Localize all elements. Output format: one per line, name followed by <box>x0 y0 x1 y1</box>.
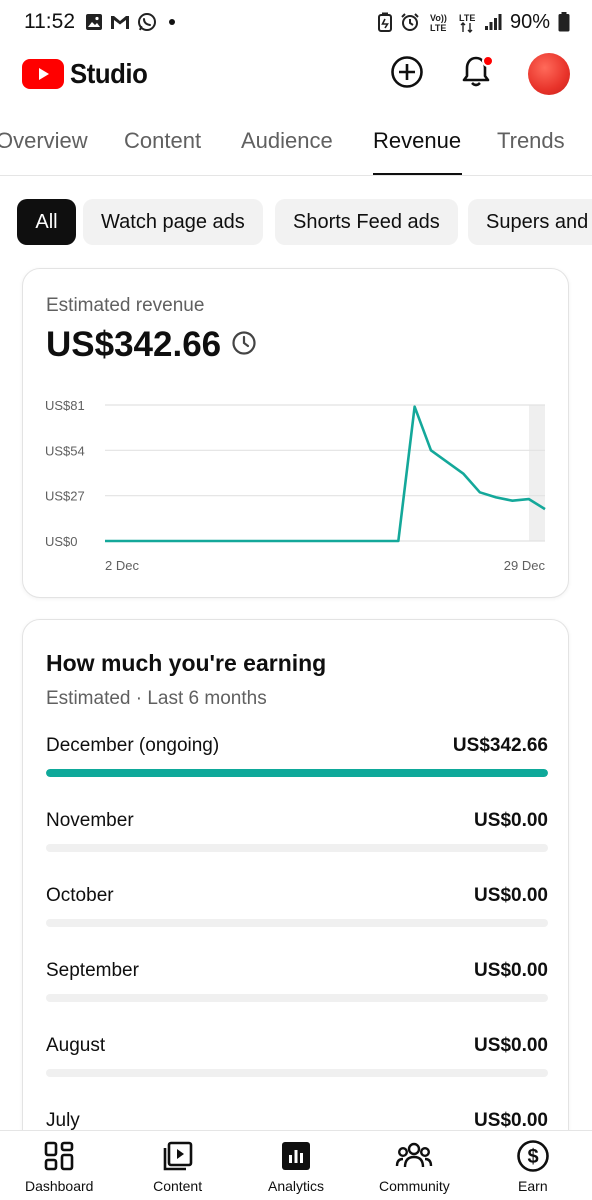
y-tick-label: US$81 <box>45 398 85 413</box>
dashboard-icon <box>43 1139 75 1173</box>
month-value: US$0.00 <box>474 1110 548 1131</box>
youtube-play-icon <box>22 59 64 89</box>
analytics-icon <box>280 1139 312 1173</box>
earn-icon: $ <box>516 1139 550 1173</box>
month-name: August <box>46 1035 106 1056</box>
earnings-card: How much you're earning Estimated · Last… <box>22 619 569 1200</box>
brand-name: Studio <box>70 58 148 89</box>
chip-shorts-feed-ads[interactable]: Shorts Feed ads <box>275 199 458 245</box>
tab-revenue[interactable]: Revenue <box>373 128 461 154</box>
month-name: July <box>46 1110 80 1131</box>
month-name: October <box>46 885 114 906</box>
x-tick-label: 2 Dec <box>105 558 139 573</box>
content-icon <box>162 1139 194 1173</box>
battery-saver-icon <box>377 12 392 32</box>
bottom-navigation: Dashboard Content Analytics Community $ … <box>0 1130 592 1200</box>
community-icon <box>395 1139 433 1173</box>
month-row: September US$0.00 <box>46 960 548 1020</box>
studio-logo[interactable]: Studio <box>22 58 154 90</box>
month-value: US$0.00 <box>474 1035 548 1056</box>
chip-all[interactable]: All <box>17 199 76 245</box>
nav-community[interactable]: Community <box>355 1131 473 1200</box>
month-progress-track <box>46 919 548 927</box>
notification-badge <box>482 54 494 67</box>
month-progress-track <box>46 844 548 852</box>
month-name: September <box>46 960 139 981</box>
month-row: November US$0.00 <box>46 810 548 870</box>
month-row: December (ongoing) US$342.66 <box>46 735 548 795</box>
app-bar: Studio <box>0 44 592 104</box>
status-bar: 11:52 Vo)) LTE LTE 90% <box>0 0 592 44</box>
lte-icon: LTE <box>458 11 476 33</box>
signal-icon <box>484 13 502 31</box>
month-progress-track <box>46 769 548 777</box>
y-tick-label: US$0 <box>45 534 78 549</box>
notifications-button[interactable] <box>460 54 494 94</box>
nav-label: Analytics <box>268 1178 325 1194</box>
month-name: December (ongoing) <box>46 735 220 756</box>
nav-content[interactable]: Content <box>118 1131 236 1200</box>
nav-label: Content <box>153 1178 203 1194</box>
month-progress-track <box>46 1069 548 1077</box>
month-value: US$0.00 <box>474 960 548 981</box>
clock-icon[interactable] <box>231 325 257 365</box>
svg-text:LTE: LTE <box>459 13 475 23</box>
nav-earn[interactable]: $ Earn <box>474 1131 592 1200</box>
revenue-label: Estimated revenue <box>46 295 205 316</box>
avatar[interactable] <box>528 53 570 95</box>
month-value: US$0.00 <box>474 885 548 906</box>
month-value: US$0.00 <box>474 810 548 831</box>
whatsapp-icon <box>137 12 157 32</box>
chip-watch-page-ads[interactable]: Watch page ads <box>83 199 263 245</box>
status-time: 11:52 <box>24 10 75 33</box>
gallery-icon <box>85 13 103 31</box>
nav-analytics[interactable]: Analytics <box>237 1131 355 1200</box>
analytics-tabs: Overview Content Audience Revenue Trends <box>0 114 592 176</box>
nav-label: Community <box>379 1178 450 1194</box>
revenue-line-chart: US$0 US$27 US$54 US$81 2 Dec 29 Dec <box>45 398 546 573</box>
y-tick-label: US$54 <box>45 443 85 458</box>
battery-percent: 90% <box>509 10 550 33</box>
filter-chips: All Watch page ads Shorts Feed ads Super… <box>0 199 592 247</box>
svg-text:$: $ <box>527 1146 538 1168</box>
battery-icon <box>558 12 570 32</box>
tab-overview[interactable]: Overview <box>0 128 88 154</box>
alarm-icon <box>400 12 420 32</box>
nav-dashboard[interactable]: Dashboard <box>0 1131 118 1200</box>
revenue-value: US$342.66 <box>46 325 222 364</box>
month-row: August US$0.00 <box>46 1035 548 1095</box>
month-progress-fill <box>46 769 548 777</box>
tab-content[interactable]: Content <box>124 128 201 154</box>
earnings-title: How much you're earning <box>46 650 327 676</box>
nav-label: Dashboard <box>24 1178 94 1194</box>
chip-supers[interactable]: Supers and <box>468 199 592 245</box>
tab-audience[interactable]: Audience <box>241 128 333 154</box>
revenue-series-line <box>105 405 546 543</box>
svg-text:Vo)): Vo)) <box>430 13 447 23</box>
gmail-icon <box>109 13 131 31</box>
more-notifications-dot <box>169 19 175 25</box>
estimated-revenue-card[interactable]: Estimated revenue US$342.66 US$0 US$27 US$… <box>22 268 569 598</box>
earnings-subtitle: Estimated · Last 6 months <box>46 688 267 709</box>
x-tick-label: 29 Dec <box>504 558 546 573</box>
tab-trends[interactable]: Trends <box>497 128 565 154</box>
svg-text:LTE: LTE <box>430 23 446 33</box>
month-row: October US$0.00 <box>46 885 548 945</box>
y-tick-label: US$27 <box>45 489 85 504</box>
volte-icon: Vo)) LTE <box>428 11 450 33</box>
month-value: US$342.66 <box>452 735 548 756</box>
month-progress-track <box>46 994 548 1002</box>
nav-label: Earn <box>518 1178 548 1194</box>
create-icon[interactable] <box>390 55 424 94</box>
month-name: November <box>46 810 134 831</box>
active-tab-indicator <box>373 173 462 175</box>
chart-partial-day-band <box>529 405 545 541</box>
